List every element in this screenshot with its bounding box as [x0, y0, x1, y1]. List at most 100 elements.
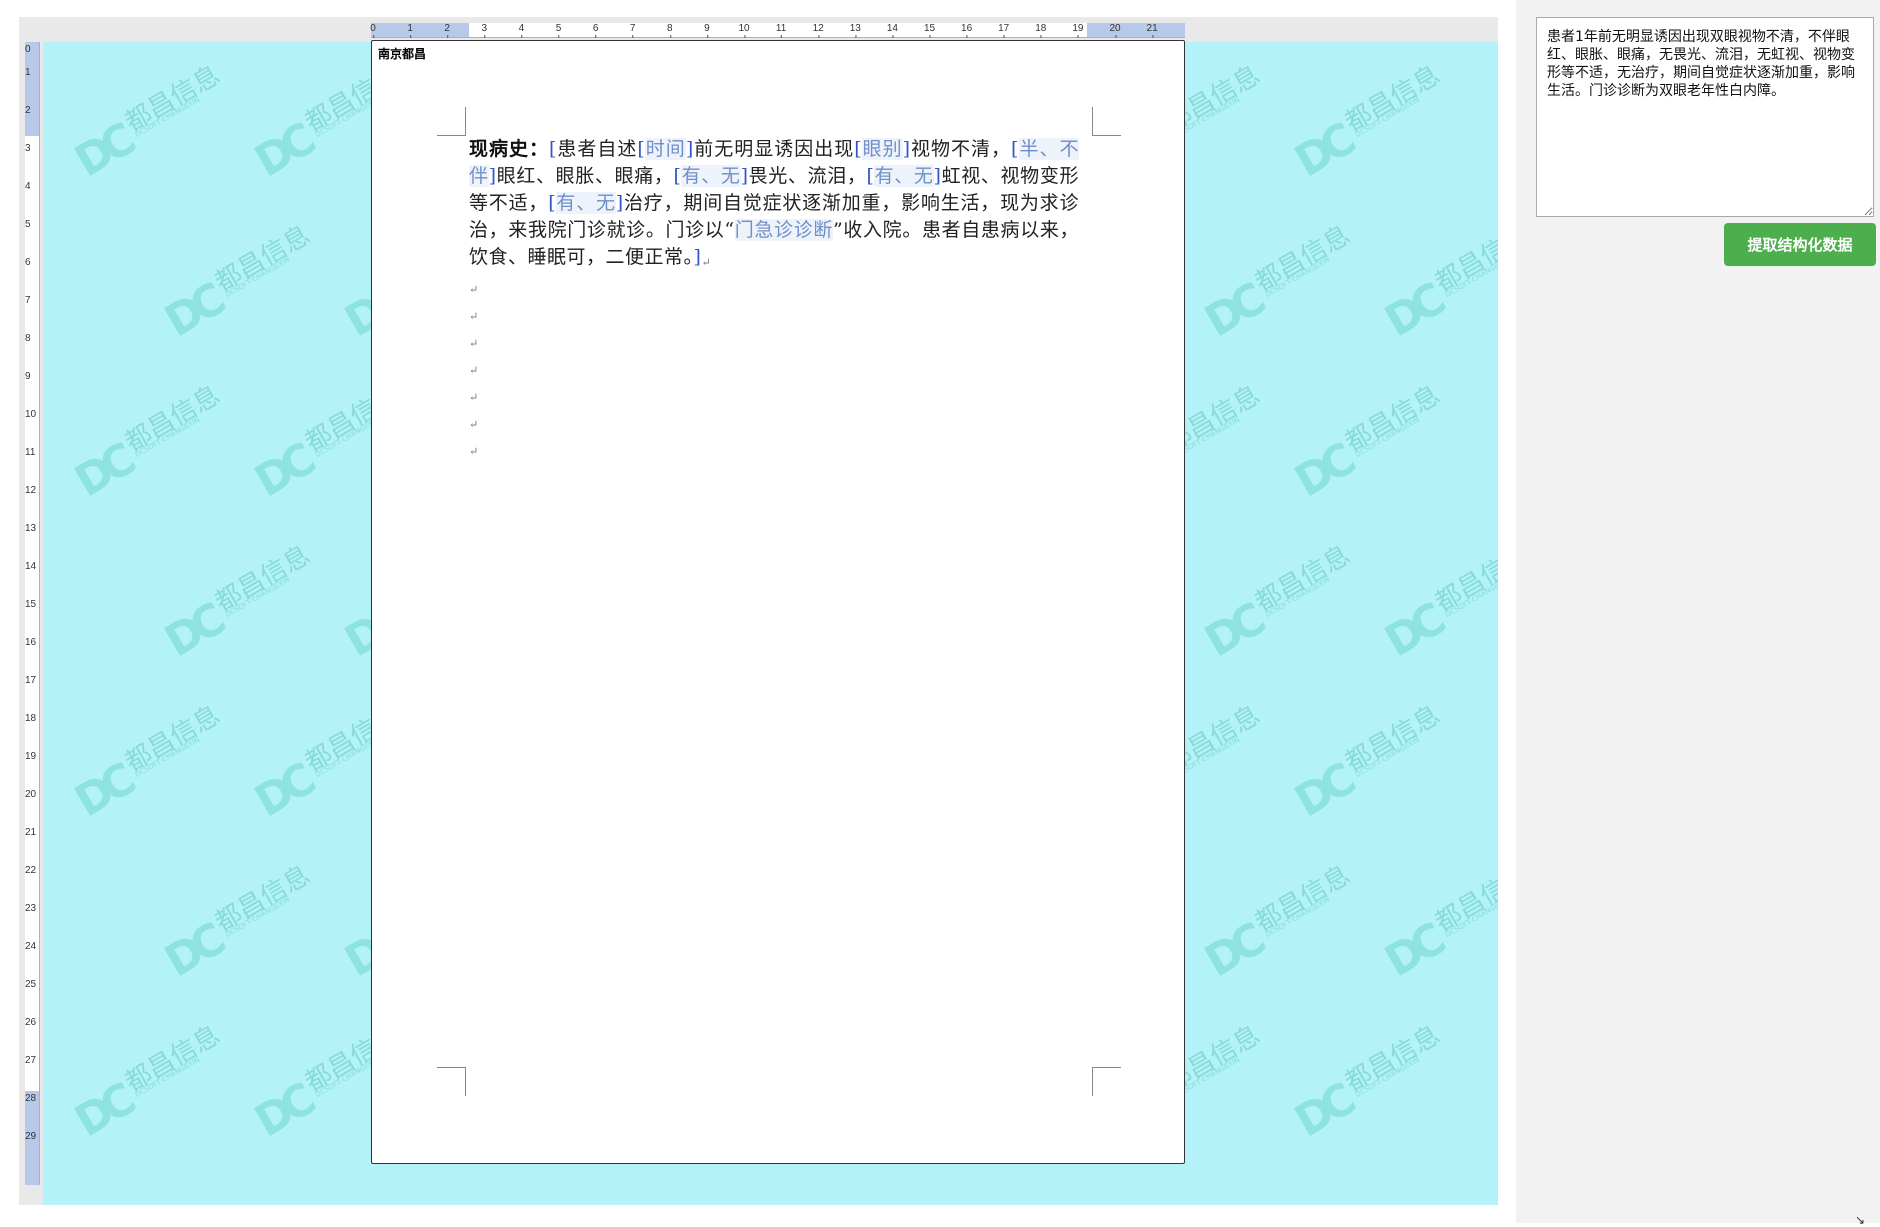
field-bracket: ] [615, 192, 624, 214]
ruler-tick-label: 19 [1072, 23, 1084, 38]
ruler-tick-label: 21 [1146, 23, 1158, 38]
ruler-tick-label: 25 [25, 979, 37, 990]
input-field-halo[interactable]: 有、无 [874, 165, 934, 187]
ruler-tick-label: 20 [1109, 23, 1121, 38]
empty-paragraph-mark: ↵ [469, 445, 479, 458]
ruler-tick-label: 4 [518, 23, 525, 38]
watermark: DC都昌信息DCSOFT·CHANGEXIN [156, 860, 316, 988]
paragraph-mark: ↵ [701, 256, 712, 269]
ruler-tick-label: 29 [25, 1131, 37, 1142]
margin-corner-bottom-right [1092, 1067, 1121, 1096]
watermark: DC都昌信息DCSOFT·CHANGEXIN [1196, 540, 1356, 668]
summary-textarea[interactable]: 患者1年前无明显诱因出现双眼视物不清，不伴眼红、眼胀、眼痛，无畏光、流泪，无虹视… [1536, 17, 1874, 217]
horizontal-ruler[interactable]: 0 1 2 3 4 5 6 7 8 9 10 11 12 13 14 15 16 17 18 19 20 21 [370, 23, 1185, 38]
ruler-tick-label: 12 [25, 485, 37, 496]
ruler-tick-label: 2 [444, 23, 450, 38]
ruler-tick-label: 4 [25, 181, 31, 192]
ruler-left-margin[interactable] [371, 23, 469, 37]
ruler-tick-label: 1 [25, 67, 31, 78]
document-page[interactable]: 南京都昌 现病史：[患者自述[时间]前无明显诱因出现[眼别]视物不清，[半、不伴… [371, 40, 1185, 1164]
empty-paragraph-mark: ↵ [469, 364, 479, 377]
resize-cursor-icon: ↘ [1855, 1213, 1866, 1227]
ruler-tick-label: 10 [738, 23, 750, 38]
ruler-tick-label: 8 [25, 333, 31, 344]
ruler-tick-label: 16 [961, 23, 973, 38]
ruler-tick-label: 21 [25, 827, 37, 838]
field-bracket: ] [685, 138, 694, 160]
ruler-tick-label: 10 [25, 409, 37, 420]
ruler-tick-label: 28 [25, 1093, 37, 1104]
ruler-tick-label: 14 [886, 23, 898, 38]
watermark: DC都昌信息DCSOFT·CHANGEXIN [1286, 1020, 1446, 1148]
vertical-ruler[interactable]: 0 1 2 3 4 5 6 7 8 9 10 11 12 13 14 15 16 17 18 19 20 21 22 23 24… [25, 42, 40, 1185]
watermark: DC都昌信息DCSOFT·CHANGEXIN [1376, 860, 1498, 988]
ruler-tick-label: 16 [25, 637, 37, 648]
empty-paragraph-mark: ↵ [469, 418, 479, 431]
empty-paragraph-mark: ↵ [469, 337, 479, 350]
input-field-time[interactable]: 时间 [645, 138, 686, 160]
ruler-tick-label: 12 [812, 23, 824, 38]
document-body[interactable]: 现病史：[患者自述[时间]前无明显诱因出现[眼别]视物不清，[半、不伴]眼红、眼… [469, 136, 1079, 465]
text-segment: 患者自述 [556, 138, 638, 160]
section-label: 现病史： [469, 138, 549, 160]
watermark: DC都昌信息DCSOFT·CHANGEXIN [1286, 60, 1446, 188]
ruler-tick-label: 24 [25, 941, 37, 952]
ruler-tick-label: 22 [25, 865, 37, 876]
watermark: DC都昌信息DCSOFT·CHANGEXIN [1196, 860, 1356, 988]
ruler-tick-label: 26 [25, 1017, 37, 1028]
ruler-tick-label: 5 [555, 23, 562, 38]
margin-corner-bottom-left [437, 1067, 466, 1096]
ruler-tick-label: 11 [25, 447, 36, 458]
ruler-tick-label: 19 [25, 751, 37, 762]
ruler-tick-label: 7 [25, 295, 31, 306]
input-field-diagnosis[interactable]: 门急诊诊断 [734, 219, 834, 241]
ruler-tick-label: 13 [849, 23, 861, 38]
ruler-tick-label: 9 [704, 23, 710, 38]
ruler-tick-label: 3 [25, 143, 31, 154]
ruler-tick-label: 20 [25, 789, 37, 800]
watermark: DC都昌信息DCSOFT·CHANGEXIN [1376, 220, 1498, 348]
ruler-tick-label: 27 [25, 1055, 37, 1066]
empty-paragraph-mark: ↵ [469, 310, 479, 323]
field-bracket: ] [902, 138, 911, 160]
extract-structured-data-button[interactable]: 提取结构化数据 [1724, 223, 1876, 266]
ruler-tick-label: 0 [25, 44, 31, 55]
ruler-tick-label: 5 [25, 219, 31, 230]
field-bracket: ] [488, 165, 497, 187]
watermark: DC都昌信息DCSOFT·CHANGEXIN [156, 220, 316, 348]
ruler-tick-label: 0 [370, 23, 376, 38]
text-segment: 畏光、流泪， [748, 165, 867, 187]
input-field-eye[interactable]: 眼别 [862, 138, 903, 160]
ruler-tick-label: 17 [998, 23, 1010, 38]
ruler-tick-label: 3 [481, 23, 488, 38]
ruler-tick-label: 13 [25, 523, 37, 534]
ruler-tick-label: 15 [923, 23, 936, 38]
ruler-tick-label: 15 [25, 599, 37, 610]
ruler-tick-label: 6 [592, 23, 599, 38]
ruler-top-margin[interactable] [25, 42, 39, 136]
empty-paragraphs[interactable]: ↵ ↵ ↵ ↵ ↵ ↵ ↵ [469, 276, 1079, 465]
input-field-treatment[interactable]: 有、无 [556, 192, 616, 214]
ruler-tick-label: 7 [629, 23, 636, 38]
margin-corner-top-left [437, 107, 466, 136]
field-bracket: [ [548, 192, 557, 214]
watermark: DC都昌信息DCSOFT·CHANGEXIN [1286, 700, 1446, 828]
text-segment: 前无明显诱因出现 [693, 138, 855, 160]
watermark: DC都昌信息DCSOFT·CHANGEXIN [66, 700, 226, 828]
input-field-photophobia[interactable]: 有、无 [681, 165, 741, 187]
ruler-tick-label: 14 [25, 561, 37, 572]
ruler-tick-label: 11 [775, 23, 787, 38]
field-bracket: [ [854, 138, 863, 160]
side-panel: 患者1年前无明显诱因出现双眼视物不清，不伴眼红、眼胀、眼痛，无畏光、流泪，无虹视… [1516, 0, 1880, 1223]
ruler-tick-label: 1 [407, 23, 413, 38]
ruler-right-margin[interactable] [1087, 23, 1185, 37]
empty-paragraph-mark: ↵ [469, 391, 479, 404]
ruler-tick-label: 9 [25, 371, 31, 382]
margin-corner-top-right [1092, 107, 1121, 136]
ruler-tick-label: 8 [667, 23, 673, 38]
field-bracket: [ [548, 138, 557, 160]
watermark: DC都昌信息DCSOFT·CHANGEXIN [1196, 220, 1356, 348]
document-editor: DC 都昌信息 DCSOFT·CHANGEXIN DC 都昌信息 DCSOFT·CHANG… [19, 17, 1498, 1205]
watermark: DC都昌信息DCSOFT·CHANGEXIN [1376, 540, 1498, 668]
watermark: DC都昌信息DCSOFT·CHANGEXIN [1286, 380, 1446, 508]
